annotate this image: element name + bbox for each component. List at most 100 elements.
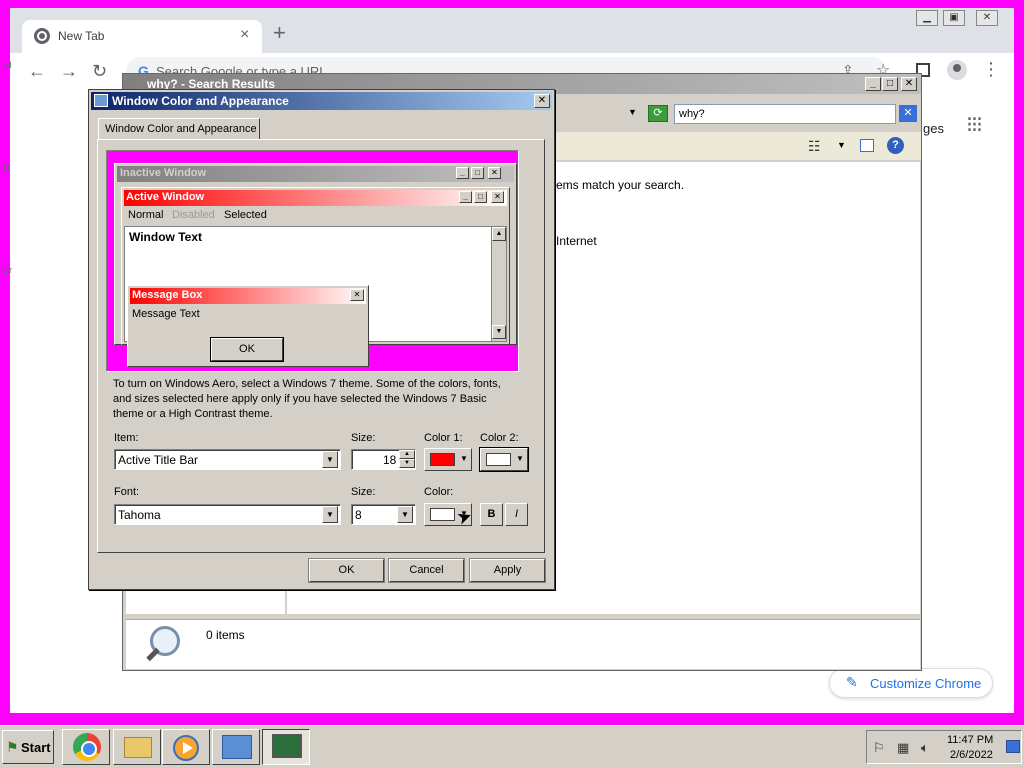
- taskbar: ⚑ Start ⚐ ▦ 🔈︎ 11:47 PM 2/6/2022: [0, 725, 1024, 768]
- back-arrow-icon[interactable]: ←: [28, 61, 46, 82]
- network-icon[interactable]: ▦: [897, 740, 909, 756]
- italic-toggle-button[interactable]: I: [505, 503, 528, 526]
- chevron-down-icon: ▼: [516, 454, 524, 463]
- search-internet-link[interactable]: Internet: [556, 234, 597, 248]
- preview-window-text: Window Text: [129, 230, 202, 244]
- minimize-button[interactable]: _: [865, 77, 881, 91]
- search-input-value: why?: [679, 108, 705, 120]
- tab-window-color-appearance[interactable]: Window Color and Appearance: [98, 118, 260, 140]
- preview-message-box[interactable]: Message Box ✕ Message Text OK: [127, 285, 369, 367]
- preview-scrollbar[interactable]: ▲ ▼: [491, 227, 506, 341]
- chrome-maximize-button[interactable]: ▣: [943, 10, 965, 26]
- reload-icon[interactable]: ↻: [92, 61, 107, 82]
- item-combobox-value: Active Title Bar: [118, 453, 199, 467]
- preview-menu-disabled[interactable]: Disabled: [172, 209, 215, 221]
- chevron-down-icon: ▼: [460, 454, 468, 463]
- profile-avatar-icon[interactable]: [947, 60, 967, 80]
- font-color-label: Color:: [424, 486, 454, 498]
- window-color-appearance-dialog: Window Color and Appearance ✕ Window Col…: [88, 89, 555, 590]
- maximize-button[interactable]: □: [882, 77, 898, 91]
- start-label: Start: [21, 740, 51, 755]
- forward-arrow-icon[interactable]: →: [60, 61, 78, 82]
- chrome-tab-newtab[interactable]: New Tab ×: [22, 20, 262, 53]
- taskbar-explorer[interactable]: [113, 729, 161, 765]
- address-dropdown-icon[interactable]: ▼: [628, 107, 637, 117]
- dialog-titlebar[interactable]: Window Color and Appearance ✕: [91, 92, 552, 110]
- new-tab-button[interactable]: +: [273, 22, 286, 44]
- taskbar-control-panel[interactable]: [212, 729, 260, 765]
- start-button[interactable]: ⚑ Start: [2, 730, 54, 764]
- search-address-bar: ▼ ⟳ why? ✕: [553, 102, 921, 126]
- preview-inactive-titlebar[interactable]: Inactive Window _ □ ✕: [117, 166, 514, 182]
- taskbar-media-player[interactable]: [162, 729, 210, 765]
- item-size-label: Size:: [351, 432, 376, 444]
- preview-active-titlebar[interactable]: Active Window _ □ ✕: [124, 190, 507, 206]
- details-pane: 0 items: [126, 619, 920, 669]
- cancel-button[interactable]: Cancel: [388, 558, 465, 583]
- help-icon[interactable]: ?: [887, 137, 904, 154]
- tab-close-icon[interactable]: ×: [240, 26, 249, 44]
- customize-chrome-label: Customize Chrome: [870, 676, 982, 691]
- preview-menu-selected[interactable]: Selected: [224, 209, 267, 221]
- pencil-icon: ✎: [846, 674, 858, 690]
- customize-chrome-button[interactable]: ✎ Customize Chrome: [829, 668, 993, 698]
- preview-inactive-title: Inactive Window: [120, 167, 207, 179]
- explorer-folder-icon: [124, 737, 152, 758]
- preview-close-icon: ✕: [488, 167, 501, 179]
- preview-message-text: Message Text: [132, 308, 200, 320]
- close-button[interactable]: ✕: [901, 77, 917, 91]
- tab-label: Window Color and Appearance: [105, 123, 257, 135]
- spin-down-icon[interactable]: ▼: [399, 459, 415, 468]
- no-results-message: ems match your search.: [556, 178, 685, 192]
- ok-button[interactable]: OK: [308, 558, 385, 583]
- preview-active-title: Active Window: [126, 191, 205, 203]
- preview-message-box-titlebar[interactable]: Message Box ✕: [130, 288, 366, 304]
- chevron-down-icon[interactable]: ▼: [397, 506, 413, 523]
- font-color-swatch: [430, 508, 455, 521]
- preview-ok-button[interactable]: OK: [210, 337, 284, 362]
- volume-icon[interactable]: 🔈︎: [921, 740, 929, 756]
- chrome-menu-icon[interactable]: ⋮: [982, 59, 1000, 80]
- preview-pane-icon[interactable]: [860, 139, 874, 152]
- item-combobox[interactable]: Active Title Bar ▼: [114, 449, 341, 470]
- show-desktop-button[interactable]: [1006, 740, 1020, 753]
- taskbar-display-settings[interactable]: [262, 729, 310, 765]
- color1-swatch: [430, 453, 455, 466]
- chevron-down-icon[interactable]: ▼: [322, 451, 338, 468]
- chrome-tab-title: New Tab: [58, 29, 105, 43]
- preview-menu-normal[interactable]: Normal: [128, 209, 163, 221]
- color1-label: Color 1:: [424, 432, 463, 444]
- refresh-icon[interactable]: ⟳: [648, 105, 668, 122]
- dialog-close-button[interactable]: ✕: [534, 94, 550, 108]
- preview-maximize-icon: □: [471, 167, 484, 179]
- apply-button[interactable]: Apply: [469, 558, 546, 583]
- display-settings-icon: [272, 734, 302, 758]
- scroll-up-icon: ▲: [492, 227, 506, 241]
- color1-picker-button[interactable]: ▼: [424, 448, 472, 471]
- media-player-icon: [173, 735, 199, 761]
- item-size-spinner[interactable]: 18 ▲ ▼: [351, 449, 416, 470]
- chrome-minimize-button[interactable]: ▁: [916, 10, 938, 26]
- bold-toggle-button[interactable]: B: [480, 503, 503, 526]
- item-size-value: 18: [383, 453, 397, 467]
- font-size-combobox[interactable]: 8 ▼: [351, 504, 416, 525]
- view-dropdown-icon[interactable]: ▼: [837, 140, 846, 150]
- preview-minimize-icon: _: [456, 167, 469, 179]
- images-link[interactable]: ges: [923, 121, 944, 136]
- clear-search-icon[interactable]: ✕: [899, 105, 917, 122]
- chevron-down-icon[interactable]: ▼: [322, 506, 338, 523]
- clock-date[interactable]: 2/6/2022: [950, 749, 993, 761]
- spin-up-icon[interactable]: ▲: [399, 450, 415, 459]
- font-combobox[interactable]: Tahoma ▼: [114, 504, 341, 525]
- chrome-close-button[interactable]: ✕: [976, 10, 998, 26]
- action-center-icon[interactable]: ⚐: [873, 740, 885, 756]
- search-input[interactable]: why?: [674, 104, 896, 124]
- change-view-icon[interactable]: ☷: [808, 138, 821, 155]
- appearance-preview[interactable]: Inactive Window _ □ ✕ Active Window _ □ …: [106, 150, 519, 372]
- taskbar-chrome[interactable]: [62, 729, 110, 765]
- color2-picker-button[interactable]: ▼: [479, 447, 529, 472]
- google-apps-icon[interactable]: ⁝⁝⁝: [966, 112, 983, 138]
- system-tray: ⚐ ▦ 🔈︎ 11:47 PM 2/6/2022: [866, 730, 1022, 764]
- clock-time[interactable]: 11:47 PM: [947, 734, 993, 746]
- command-bar: ☷ ▼ ?: [553, 132, 921, 160]
